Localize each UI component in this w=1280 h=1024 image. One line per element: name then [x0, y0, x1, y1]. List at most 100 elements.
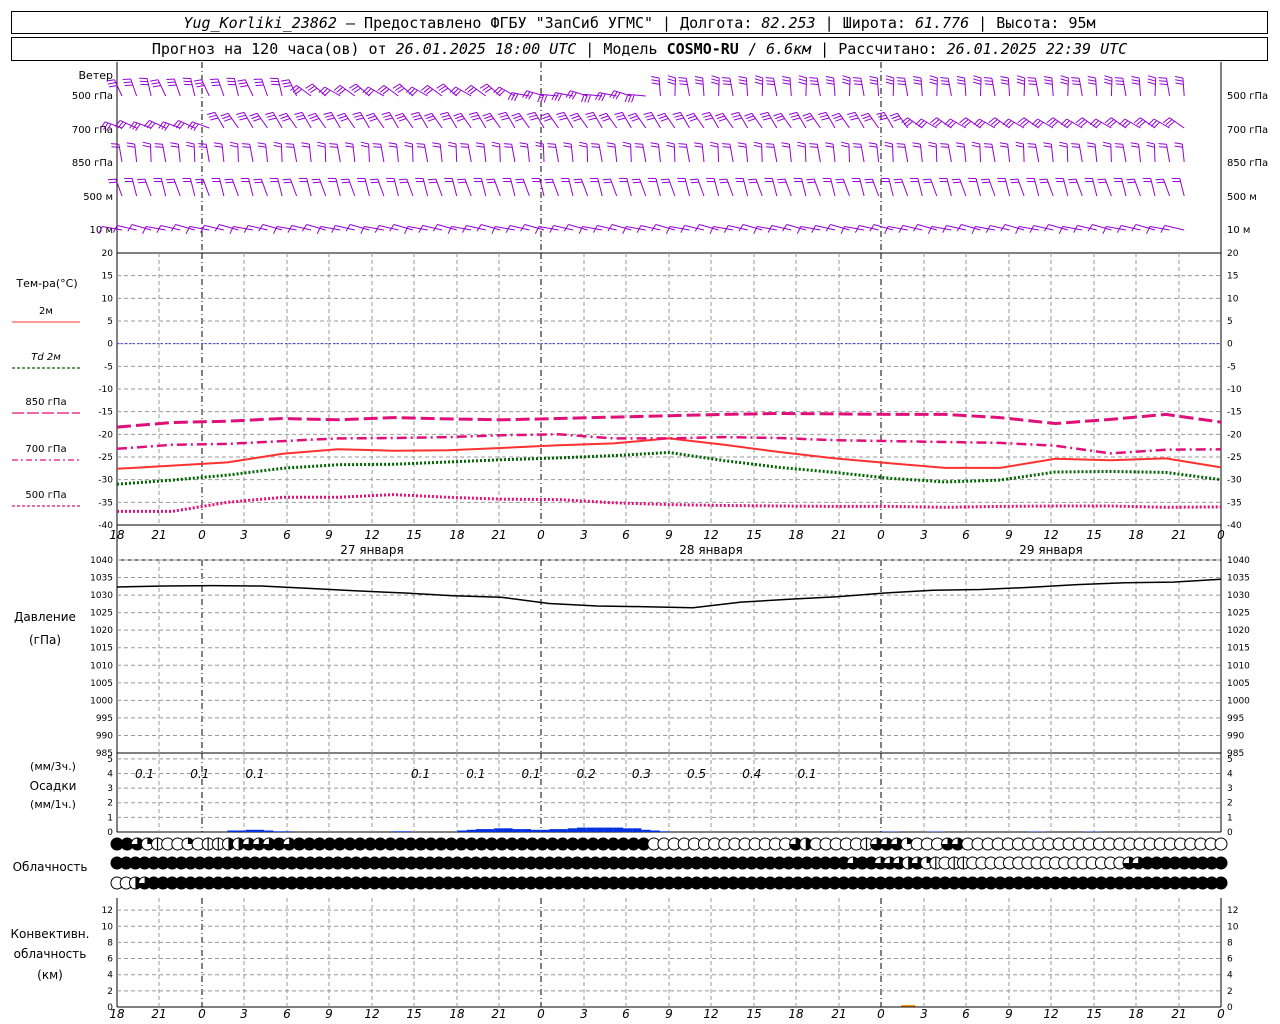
wind-barb [748, 178, 763, 197]
precip-accum-label: 0.1 [245, 767, 264, 781]
wind-barb [983, 143, 996, 163]
wind-barb [721, 143, 734, 163]
wind-barb [622, 141, 632, 163]
conv-ytick-right: 12 [1227, 906, 1238, 916]
wind-barb [938, 177, 952, 197]
wind-barb [754, 75, 764, 97]
precip-ytick: 3 [107, 784, 113, 794]
wind-barb [1071, 77, 1083, 97]
wind-barb [1155, 178, 1171, 197]
wind-barb [124, 177, 138, 197]
wind-barb [968, 177, 981, 197]
wind-barb [598, 112, 618, 129]
pressure-ytick: 990 [96, 731, 113, 741]
precip-bar [641, 829, 651, 832]
wind-barb [798, 75, 807, 97]
hour-tick-label: 12 [1043, 528, 1058, 542]
precip-accum-label: 0.1 [411, 767, 430, 781]
hour-tick-label: 18 [788, 528, 804, 542]
wind-barb [253, 178, 268, 197]
wind-barb [622, 226, 646, 235]
legend-label: 850 гПа [25, 397, 66, 408]
wind-barb [453, 112, 472, 129]
temp-ytick-right: 10 [1227, 294, 1239, 304]
wind-barb [1104, 75, 1113, 97]
precip-bar [659, 831, 669, 832]
wind-barb [660, 178, 676, 197]
wind-barb [1043, 224, 1068, 232]
wind-barb [404, 141, 414, 163]
wind-barb [709, 226, 734, 235]
hour-tick-label: 21 [491, 528, 506, 542]
pressure-ytick: 1005 [90, 679, 113, 689]
wind-barb [211, 177, 225, 197]
precip-bar [595, 827, 605, 832]
precip-bar [567, 828, 577, 832]
wind-barb [956, 76, 967, 97]
hour-tick-label: 0 [1217, 528, 1225, 542]
wind-barb [410, 111, 429, 129]
wind-barb [182, 77, 196, 97]
wind-barb [627, 112, 647, 129]
pressure-ytick-right: 1000 [1227, 696, 1250, 706]
wind-barb [220, 112, 239, 129]
wind-barb [269, 77, 283, 97]
conv-ytick-right: 6 [1227, 955, 1233, 965]
temp-ytick: 5 [107, 317, 113, 327]
date-label: 27 января [340, 543, 403, 557]
wind-barb [983, 77, 996, 97]
wind-barb [634, 143, 647, 163]
precip-bar [503, 828, 513, 832]
pressure-ytick-right: 1040 [1227, 556, 1250, 566]
hour-tick-label: 6 [622, 528, 630, 542]
wind-barb [139, 77, 152, 97]
wind-barb [444, 177, 458, 197]
wind-barb [909, 177, 923, 197]
wind-barb [847, 111, 865, 129]
wind-barb [535, 141, 545, 163]
hour-tick-label: 9 [1005, 528, 1013, 542]
wind-barb [1146, 226, 1170, 235]
wind-barb [980, 178, 996, 197]
temp-ytick: -30 [98, 476, 113, 486]
temp-ytick: -35 [98, 498, 113, 508]
wind-barb [360, 141, 370, 163]
legend-label: Td 2м [31, 352, 61, 363]
wind-level-label: 500 гПа [72, 91, 113, 102]
hour-tick-label-bottom: 15 [1086, 1007, 1101, 1021]
wind-barb [269, 177, 283, 197]
precip-bar [282, 831, 292, 832]
hour-tick-label: 12 [703, 528, 718, 542]
precip-bar [586, 827, 596, 832]
wind-barb [198, 143, 210, 163]
wind-barb [694, 224, 719, 232]
pressure-ytick: 1025 [90, 609, 113, 619]
hour-tick-label-bottom: 15 [406, 1007, 421, 1021]
conv-ytick-right: 2 [1227, 987, 1233, 997]
hour-tick-label-bottom: 21 [151, 1007, 166, 1021]
precip-bar [227, 830, 237, 832]
precip-ytick-right: 3 [1227, 784, 1233, 794]
precip-bar [623, 828, 633, 832]
precip-ytick: 2 [107, 799, 113, 809]
wind-barb [447, 226, 472, 235]
wind-barb [1158, 143, 1171, 163]
wind-barb [381, 111, 399, 129]
pressure-ytick: 1000 [90, 696, 113, 706]
wind-barb [285, 143, 298, 163]
wind-barb [556, 111, 574, 129]
wind-barb [831, 112, 850, 129]
precip-bar [255, 829, 265, 832]
conv-ytick-right: 4 [1227, 971, 1233, 981]
precip-bar [245, 829, 255, 832]
precip-bar [236, 830, 246, 832]
wind-barb [166, 78, 181, 97]
wind-barb [345, 224, 370, 232]
precip-unit-1h: (мм/1ч.) [30, 798, 76, 811]
wind-barb [666, 141, 676, 163]
wind-barb [1071, 143, 1083, 163]
hour-tick-label: 9 [665, 528, 673, 542]
temp-ytick-right: -40 [1227, 521, 1242, 531]
wind-barb [956, 142, 967, 163]
wind-barb [1026, 177, 1040, 197]
